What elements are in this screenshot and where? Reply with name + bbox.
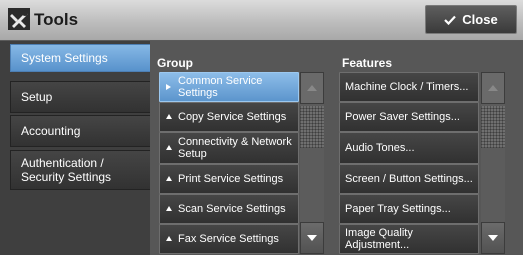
group-item-fax-service[interactable]: Fax Service Settings (159, 224, 299, 254)
nav-item-authentication-security[interactable]: Authentication / Security Settings (10, 150, 150, 190)
features-scrollbar[interactable] (481, 72, 505, 254)
nav-item-accounting[interactable]: Accounting (10, 115, 150, 147)
expand-arrow-icon (166, 145, 172, 150)
group-item-label: Copy Service Settings (178, 111, 287, 123)
group-item-label: Scan Service Settings (178, 203, 286, 215)
expand-arrow-icon (166, 206, 172, 211)
features-scroll-up-button[interactable] (481, 72, 505, 104)
group-item-label: Connectivity & Network Setup (178, 136, 292, 160)
group-item-label: Fax Service Settings (178, 233, 279, 245)
feature-item-power-saver[interactable]: Power Saver Settings... (339, 102, 479, 132)
category-nav: System Settings Setup Accounting Authent… (0, 41, 150, 255)
scroll-down-icon (307, 235, 317, 241)
group-item-scan-service[interactable]: Scan Service Settings (159, 194, 299, 224)
nav-item-label: Authentication / Security Settings (21, 156, 112, 184)
tools-icon (8, 8, 30, 30)
group-scrollbar[interactable] (300, 72, 324, 254)
feature-item-label: Audio Tones... (345, 142, 415, 154)
group-item-label: Common Service Settings (178, 75, 263, 99)
group-item-label: Print Service Settings (178, 173, 284, 185)
feature-item-label: Power Saver Settings... (345, 111, 460, 123)
title-bar: Tools Close (0, 0, 523, 41)
group-item-connectivity-network[interactable]: Connectivity & Network Setup (159, 132, 299, 164)
features-column-header: Features (342, 56, 393, 70)
group-item-print-service[interactable]: Print Service Settings (159, 164, 299, 194)
page-title: Tools (34, 10, 79, 29)
expand-arrow-icon (166, 176, 172, 181)
feature-item-label: Paper Tray Settings... (345, 203, 451, 215)
group-scroll-thumb[interactable] (300, 106, 324, 148)
feature-item-audio-tones[interactable]: Audio Tones... (339, 132, 479, 164)
feature-item-label: Image Quality Adjustment... (345, 227, 413, 251)
scroll-up-icon (488, 85, 498, 91)
expand-arrow-icon (166, 84, 171, 90)
group-item-common-service[interactable]: Common Service Settings (159, 72, 299, 102)
features-scroll-down-button[interactable] (481, 222, 505, 254)
feature-item-machine-clock[interactable]: Machine Clock / Timers... (339, 72, 479, 102)
group-scroll-up-button[interactable] (300, 72, 324, 104)
group-item-copy-service[interactable]: Copy Service Settings (159, 102, 299, 132)
nav-item-label: Accounting (21, 124, 81, 138)
checkmark-icon (444, 15, 457, 25)
scroll-down-icon (488, 235, 498, 241)
settings-panel: Group Features Common Service Settings C… (150, 41, 523, 255)
scroll-up-icon (307, 85, 317, 91)
nav-item-setup[interactable]: Setup (10, 81, 150, 113)
expand-arrow-icon (166, 114, 172, 119)
feature-item-paper-tray[interactable]: Paper Tray Settings... (339, 194, 479, 224)
nav-item-label: Setup (21, 90, 53, 104)
nav-item-system-settings[interactable]: System Settings (10, 44, 150, 72)
feature-item-label: Screen / Button Settings... (345, 173, 473, 185)
group-scroll-down-button[interactable] (300, 222, 324, 254)
close-button-label: Close (462, 12, 498, 27)
feature-item-label: Machine Clock / Timers... (345, 81, 469, 93)
group-column-header: Group (157, 56, 193, 70)
expand-arrow-icon (166, 236, 172, 241)
feature-item-screen-button[interactable]: Screen / Button Settings... (339, 164, 479, 194)
nav-item-label: System Settings (21, 51, 108, 65)
features-scroll-thumb[interactable] (481, 106, 505, 148)
feature-item-image-quality[interactable]: Image Quality Adjustment... (339, 224, 479, 254)
close-button[interactable]: Close (425, 5, 517, 34)
